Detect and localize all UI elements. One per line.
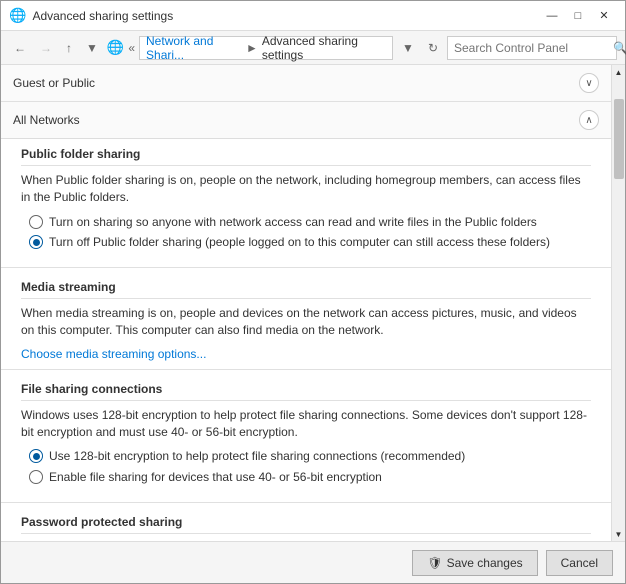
use-128-bit-label: Use 128-bit encryption to help protect f… bbox=[49, 448, 465, 465]
minimize-button[interactable]: — bbox=[539, 5, 565, 27]
public-folder-sharing-description: When Public folder sharing is on, people… bbox=[21, 172, 591, 206]
save-label: Save changes bbox=[447, 556, 523, 570]
forward-button[interactable]: → bbox=[35, 38, 57, 58]
footer: 🛡 Save changes Cancel bbox=[1, 541, 625, 583]
maximize-button[interactable]: □ bbox=[565, 5, 591, 27]
breadcrumb-current: Advanced sharing settings bbox=[262, 34, 386, 62]
turn-off-sharing-option[interactable]: Turn off Public folder sharing (people l… bbox=[29, 234, 591, 251]
enable-40-56-option[interactable]: Enable file sharing for devices that use… bbox=[29, 469, 591, 486]
password-protected-title: Password protected sharing bbox=[21, 515, 591, 534]
cancel-button[interactable]: Cancel bbox=[546, 550, 613, 576]
title-bar-left: 🌐 Advanced sharing settings bbox=[9, 7, 173, 24]
scrollbar[interactable]: ▲ ▼ bbox=[611, 65, 625, 541]
breadcrumb[interactable]: Network and Shari... ► Advanced sharing … bbox=[139, 36, 393, 60]
public-folder-sharing-section: Public folder sharing When Public folder… bbox=[1, 139, 611, 263]
dropdown-button[interactable]: ▼ bbox=[397, 38, 419, 58]
enable-40-56-label: Enable file sharing for devices that use… bbox=[49, 469, 382, 486]
password-protected-section: Password protected sharing When password… bbox=[1, 507, 611, 541]
search-box[interactable]: 🔍 bbox=[447, 36, 617, 60]
search-icon: 🔍 bbox=[613, 41, 626, 55]
search-input[interactable] bbox=[454, 41, 609, 55]
use-128-bit-option[interactable]: Use 128-bit encryption to help protect f… bbox=[29, 448, 591, 465]
window-title: Advanced sharing settings bbox=[32, 9, 173, 23]
content-area: Guest or Public ∨ All Networks ∧ Public … bbox=[1, 65, 625, 541]
refresh-button[interactable]: ↻ bbox=[423, 38, 443, 58]
turn-on-sharing-radio[interactable] bbox=[29, 215, 43, 229]
back-button[interactable]: ← bbox=[9, 38, 31, 58]
scroll-up-button[interactable]: ▲ bbox=[612, 65, 626, 79]
file-sharing-description: Windows uses 128-bit encryption to help … bbox=[21, 407, 591, 441]
scroll-down-button[interactable]: ▼ bbox=[612, 527, 626, 541]
media-streaming-description: When media streaming is on, people and d… bbox=[21, 305, 591, 339]
window-icon: 🌐 bbox=[9, 7, 26, 24]
main-window: 🌐 Advanced sharing settings — □ ✕ ← → ↑ … bbox=[0, 0, 626, 584]
scroll-track bbox=[612, 79, 625, 527]
breadcrumb-separator-left: « bbox=[128, 41, 135, 55]
turn-on-sharing-option[interactable]: Turn on sharing so anyone with network a… bbox=[29, 214, 591, 231]
enable-40-56-radio[interactable] bbox=[29, 470, 43, 484]
guest-or-public-toggle[interactable]: ∨ bbox=[579, 73, 599, 93]
breadcrumb-network[interactable]: Network and Shari... bbox=[146, 34, 242, 62]
close-button[interactable]: ✕ bbox=[591, 5, 617, 27]
media-streaming-title: Media streaming bbox=[21, 280, 591, 299]
save-icon: 🛡 bbox=[427, 556, 442, 570]
all-networks-title: All Networks bbox=[13, 113, 80, 127]
main-content: Guest or Public ∨ All Networks ∧ Public … bbox=[1, 65, 611, 541]
file-sharing-radio-group: Use 128-bit encryption to help protect f… bbox=[29, 448, 591, 486]
up-button[interactable]: ↑ bbox=[61, 38, 77, 58]
public-folder-sharing-title: Public folder sharing bbox=[21, 147, 591, 166]
turn-off-sharing-radio[interactable] bbox=[29, 235, 43, 249]
media-streaming-link[interactable]: Choose media streaming options... bbox=[21, 347, 206, 361]
turn-off-sharing-label: Turn off Public folder sharing (people l… bbox=[49, 234, 550, 251]
guest-or-public-section[interactable]: Guest or Public ∨ bbox=[1, 65, 611, 102]
file-sharing-section: File sharing connections Windows uses 12… bbox=[1, 374, 611, 498]
save-button[interactable]: 🛡 Save changes bbox=[412, 550, 537, 576]
cancel-label: Cancel bbox=[561, 556, 598, 570]
turn-on-sharing-label: Turn on sharing so anyone with network a… bbox=[49, 214, 537, 231]
scroll-thumb[interactable] bbox=[614, 99, 624, 179]
media-streaming-section: Media streaming When media streaming is … bbox=[1, 272, 611, 365]
file-sharing-title: File sharing connections bbox=[21, 382, 591, 401]
title-controls: — □ ✕ bbox=[539, 5, 617, 27]
network-folder-icon: 🌐 bbox=[107, 39, 124, 56]
guest-or-public-title: Guest or Public bbox=[13, 76, 95, 90]
public-folder-radio-group: Turn on sharing so anyone with network a… bbox=[29, 214, 591, 252]
title-bar: 🌐 Advanced sharing settings — □ ✕ bbox=[1, 1, 625, 31]
breadcrumb-arrow: ► bbox=[246, 41, 258, 55]
nav-bar: ← → ↑ ▼ 🌐 « Network and Shari... ► Advan… bbox=[1, 31, 625, 65]
all-networks-toggle[interactable]: ∧ bbox=[579, 110, 599, 130]
use-128-bit-radio[interactable] bbox=[29, 449, 43, 463]
recent-button[interactable]: ▼ bbox=[81, 38, 103, 58]
all-networks-section-header[interactable]: All Networks ∧ bbox=[1, 102, 611, 139]
